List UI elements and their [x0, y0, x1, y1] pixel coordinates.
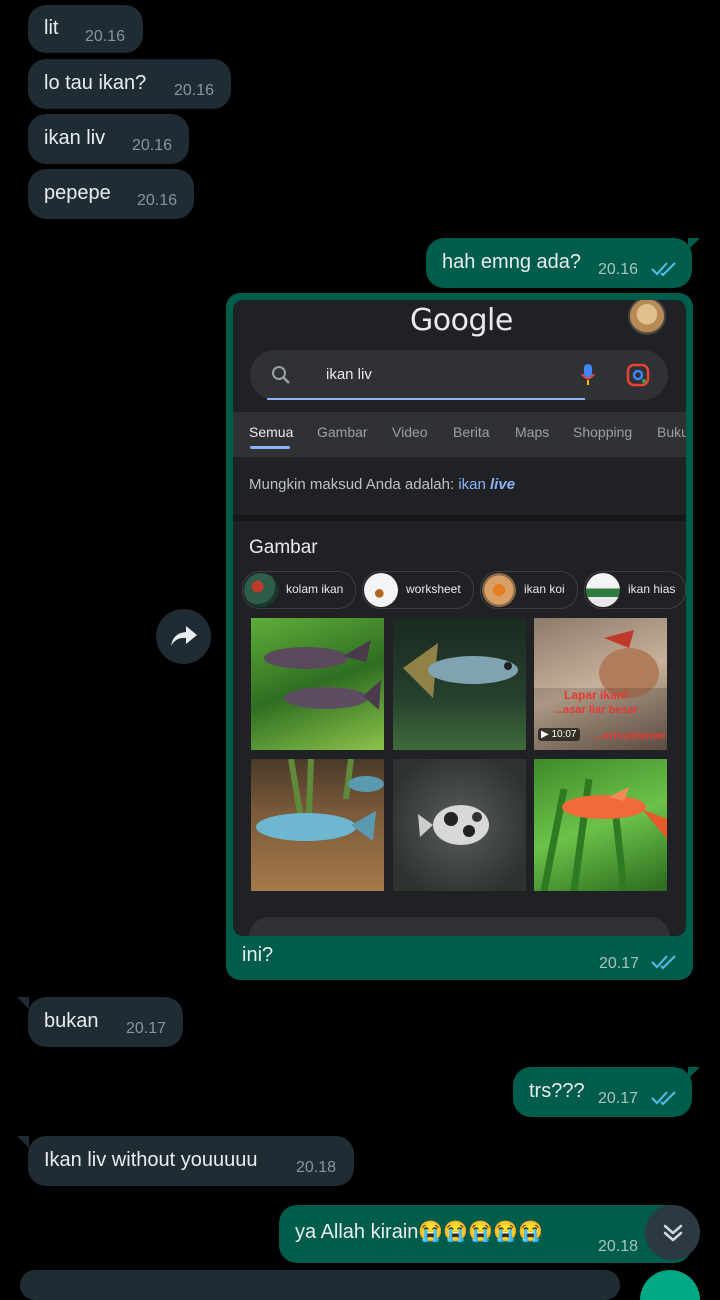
message-text: trs??? [529, 1080, 585, 1102]
chip-worksheet[interactable]: worksheet [362, 571, 474, 609]
tab-shopping[interactable]: Shopping [573, 424, 632, 440]
message-time: 20.16 [85, 28, 126, 45]
chip-thumbnail [364, 573, 398, 607]
image-caption: ini? [242, 944, 274, 966]
chip-ikan-hias[interactable]: ikan hias [584, 571, 686, 609]
more-images-button[interactable] [249, 917, 670, 936]
fish-image [264, 640, 381, 710]
image-result[interactable]: Lapar ikan! ...asar liar besar ...er/cus… [534, 618, 667, 750]
message-time: 20.16 [137, 192, 178, 209]
lens-icon[interactable] [626, 363, 650, 387]
overlay-text: ...er/customer [594, 730, 667, 742]
message-time: 20.18 [598, 1238, 639, 1255]
search-underline [267, 398, 585, 400]
message-time: 20.16 [598, 261, 639, 278]
bubble-tail [17, 1136, 29, 1148]
bubble-tail [688, 238, 700, 250]
message-text: lo tau ikan? [44, 72, 147, 94]
chip-thumbnail [586, 573, 620, 607]
did-you-mean-link[interactable]: ikan live [458, 476, 515, 493]
image-result[interactable] [393, 618, 526, 750]
message-bubble-outgoing[interactable]: hah emng ada? 20.16 [426, 238, 692, 288]
message-text: pepepe [44, 182, 111, 204]
message-text: ikan liv [44, 127, 106, 149]
bubble-tail [688, 1067, 700, 1079]
message-time: 20.18 [296, 1159, 337, 1176]
message-bubble-outgoing[interactable]: trs??? 20.17 [513, 1067, 692, 1117]
fish-image [403, 643, 518, 698]
search-tabs: Semua Gambar Video Berita Maps Shopping … [233, 412, 686, 457]
search-query: ikan liv [326, 366, 372, 383]
overlay-text: ...asar liar besar [554, 704, 638, 716]
message-text: lit [44, 17, 59, 39]
scroll-down-button[interactable] [645, 1205, 700, 1260]
message-text: Ikan liv without youuuuu [44, 1149, 258, 1171]
fish-image [540, 778, 667, 891]
message-bubble-incoming[interactable]: lo tau ikan? 20.16 [28, 59, 231, 109]
tab-berita[interactable]: Berita [453, 424, 490, 440]
message-input-bar[interactable] [20, 1270, 620, 1300]
google-search-screenshot[interactable]: Google ikan liv Semua Gambar Video Berit… [233, 300, 686, 936]
overlay-text: Lapar ikan! [564, 688, 629, 702]
message-time: 20.17 [126, 1020, 167, 1037]
fish-image [418, 805, 489, 845]
message-bubble-incoming[interactable]: Ikan liv without youuuuu 20.18 [28, 1136, 354, 1186]
video-duration: ▶ 10:07 [538, 728, 580, 741]
bubble-tail [17, 997, 29, 1009]
message-bubble-incoming[interactable]: ikan liv 20.16 [28, 114, 189, 164]
chip-thumbnail [244, 573, 278, 607]
forward-button[interactable] [156, 609, 211, 664]
chip-thumbnail [482, 573, 516, 607]
fish-image [256, 759, 384, 841]
send-button[interactable] [640, 1270, 700, 1300]
image-result[interactable] [251, 759, 384, 891]
forward-icon [171, 626, 197, 646]
scroll-down-icon [663, 1224, 683, 1242]
tab-maps[interactable]: Maps [515, 424, 549, 440]
mic-icon[interactable] [580, 363, 596, 387]
message-time: 20.16 [132, 137, 173, 154]
chip-kolam-ikan[interactable]: kolam ikan [242, 571, 356, 609]
message-bubble-incoming[interactable]: lit 20.16 [28, 5, 143, 53]
did-you-mean: Mungkin maksud Anda adalah: ikan live [233, 458, 686, 521]
images-section-title: Gambar [249, 537, 318, 558]
tab-semua[interactable]: Semua [249, 424, 293, 440]
tab-buku[interactable]: Buku [657, 424, 686, 440]
double-check-icon [651, 955, 676, 970]
double-check-icon [651, 1091, 676, 1106]
message-time: 20.17 [598, 1090, 639, 1107]
message-text: hah emng ada? [442, 251, 582, 273]
google-logo: Google [410, 303, 513, 338]
avatar [628, 300, 666, 335]
message-bubble-incoming[interactable]: bukan 20.17 [28, 997, 183, 1047]
message-text: bukan [44, 1010, 99, 1032]
did-you-mean-prefix: Mungkin maksud Anda adalah: [249, 476, 455, 493]
image-result[interactable] [251, 618, 384, 750]
message-bubble-incoming[interactable]: pepepe 20.16 [28, 169, 194, 219]
message-text: ya Allah kirain😭😭😭😭😭 [295, 1221, 543, 1243]
chip-ikan-koi[interactable]: ikan koi [480, 571, 578, 609]
tab-gambar[interactable]: Gambar [317, 424, 368, 440]
double-check-icon [651, 262, 676, 277]
image-result[interactable] [534, 759, 667, 891]
active-tab-indicator [250, 446, 290, 449]
search-input[interactable]: ikan liv [250, 350, 668, 400]
message-bubble-outgoing[interactable]: ya Allah kirain😭😭😭😭😭 20.18 [279, 1205, 692, 1263]
search-icon [272, 366, 290, 384]
message-time: 20.16 [174, 82, 215, 99]
image-result[interactable] [393, 759, 526, 891]
message-time: 20.17 [599, 955, 640, 972]
tab-video[interactable]: Video [392, 424, 428, 440]
